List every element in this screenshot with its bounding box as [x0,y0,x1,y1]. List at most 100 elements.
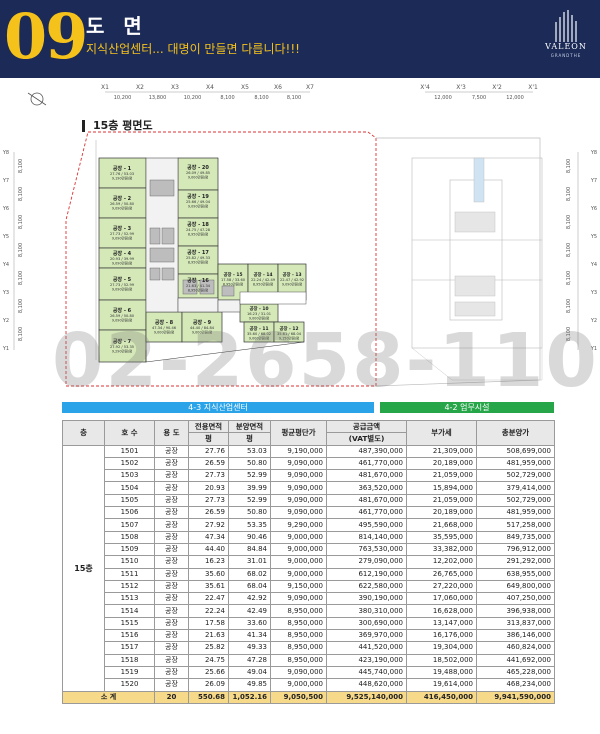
header-vat: 부가세 [406,420,477,446]
room-price: 8,950만원/평 [188,288,208,293]
room-name: 공장 - 1 [113,165,132,172]
table-cell: 1505 [104,493,155,508]
dimension-label: 8,100 [18,187,24,201]
table-cell: 27.92 [188,518,229,532]
subtotal-total: 9,941,590,000 [476,690,555,704]
dimension-label: 8,100 [18,215,24,229]
table-cell: 763,530,000 [326,542,407,557]
table-cell: 84.84 [228,542,271,557]
table-cell: 8,950,000 [270,641,327,655]
table-cell: 31.01 [228,555,271,569]
room-name: 공장 - 13 [282,271,301,278]
subtotal-count: 20 [154,690,189,704]
table-cell: 1507 [104,518,155,532]
table-cell: 8,950,000 [270,629,327,643]
table-cell: 363,520,000 [326,481,407,495]
room-name: 공장 - 2 [113,195,132,202]
table-row: 1504 공장 20.93 39.99 9,090,000 363,520,000 15,8… [63,481,555,495]
room-area: 26.59 / 50.80 [110,202,135,206]
room-price: 9,090만원/평 [112,287,132,292]
table-cell: 9,090,000 [270,592,327,606]
subtotal-sale: 1,052.16 [228,690,271,704]
table-cell: 26.59 [188,506,229,520]
table-cell: 1509 [104,542,155,557]
table-cell: 16,176,000 [406,629,477,643]
header-sale-area: 분양면적 [228,419,271,434]
axis-label: X3 [171,84,179,91]
header-sale-unit: 평 [228,432,271,446]
table-cell: 공장 [154,665,189,680]
table-cell: 49.04 [228,665,271,680]
room-area: 22.24 / 42.49 [251,278,276,282]
table-row: 1517 공장 25.82 49.33 8,950,000 441,520,000 19,3… [63,641,555,655]
dimension-label: 8,100 [566,159,572,173]
room-name: 공장 - 20 [187,164,209,171]
table-cell: 1511 [104,567,155,581]
table-cell: 461,770,000 [326,506,407,520]
table-cell: 27.73 [188,493,229,508]
axis-label: Y7 [590,178,597,184]
room-price: 8,950만원/평 [188,232,208,237]
room-area: 27.73 / 52.99 [110,232,135,236]
room-price: 9,090만원/평 [112,261,132,266]
dimension-label: 8,100 [18,327,24,341]
table-cell: 407,250,000 [476,592,555,606]
table-cell: 612,190,000 [326,567,407,581]
table-cell: 9,190,000 [270,444,327,458]
room-name: 공장 - 3 [113,225,132,232]
table-cell: 300,690,000 [326,616,407,631]
table-row: 15층 1501 공장 27.76 53.03 9,190,000 487,390,000 2… [62,444,555,692]
room-price: 9,090만원/평 [188,204,208,209]
axis-label: X2 [136,84,144,91]
dimension-label: 12,000 [434,95,452,101]
table-row: 1515 공장 17.58 33.60 8,950,000 300,690,000 13,1… [63,616,555,631]
table-cell: 481,670,000 [326,469,407,483]
table-cell: 16,628,000 [406,604,477,618]
table-row: 1514 공장 22.24 42.49 8,950,000 380,310,000 16,6… [63,604,555,618]
dimension-label: 10,200 [114,95,132,101]
dimension-label: 7,500 [472,95,486,101]
table-cell: 26,765,000 [406,567,477,581]
room-area: 25.66 / 49.04 [186,200,211,204]
table-cell: 1502 [104,456,155,471]
table-cell: 1512 [104,579,155,594]
room-area: 16.23 / 31.01 [247,312,271,316]
table-cell: 41.34 [228,629,271,643]
header-total-price: 총분양가 [476,420,555,446]
table-cell: 공장 [154,530,189,544]
table-cell: 13,147,000 [406,616,477,631]
table-cell: 52.99 [228,493,271,508]
table-row: 1502 공장 26.59 50.80 9,090,000 461,770,000 20,1… [63,456,555,471]
table-cell: 15,894,000 [406,481,477,495]
room-name: 공장 - 6 [113,307,132,314]
table-cell: 49.33 [228,641,271,655]
header-use: 용 도 [154,420,189,446]
table-cell: 공장 [154,604,189,618]
table-cell: 44.40 [188,542,229,557]
table-cell: 849,735,000 [476,530,555,544]
table-cell: 공장 [154,555,189,569]
dimension-label: 8,100 [566,271,572,285]
table-row: 1507 공장 27.92 53.35 9,290,000 495,590,000 21,6… [63,518,555,532]
table-cell: 649,800,000 [476,579,555,594]
axis-label: X7 [306,84,314,91]
room-name: 공장 - 19 [187,193,209,200]
axis-label: Y4 [2,262,9,268]
table-cell: 17,060,000 [406,592,477,606]
table-cell: 9,090,000 [270,469,327,483]
table-cell: 1501 [104,444,155,458]
table-cell: 18,502,000 [406,653,477,667]
axis-label: Y8 [590,150,597,156]
table-cell: 9,000,000 [270,530,327,544]
table-row: 1508 공장 47.34 90.46 9,000,000 814,140,000 35,5… [63,530,555,544]
header-exclusive-unit: 평 [188,432,229,446]
table-cell: 50.80 [228,506,271,520]
table-cell: 1520 [104,678,155,692]
table-cell: 20.93 [188,481,229,495]
table-cell: 16.23 [188,555,229,569]
room-price: 8,950만원/평 [223,282,243,287]
zone-label-office: 4-2 업무시설 [380,402,554,413]
table-cell: 53.35 [228,518,271,532]
table-cell: 481,670,000 [326,493,407,508]
axis-label: Y2 [2,318,9,324]
